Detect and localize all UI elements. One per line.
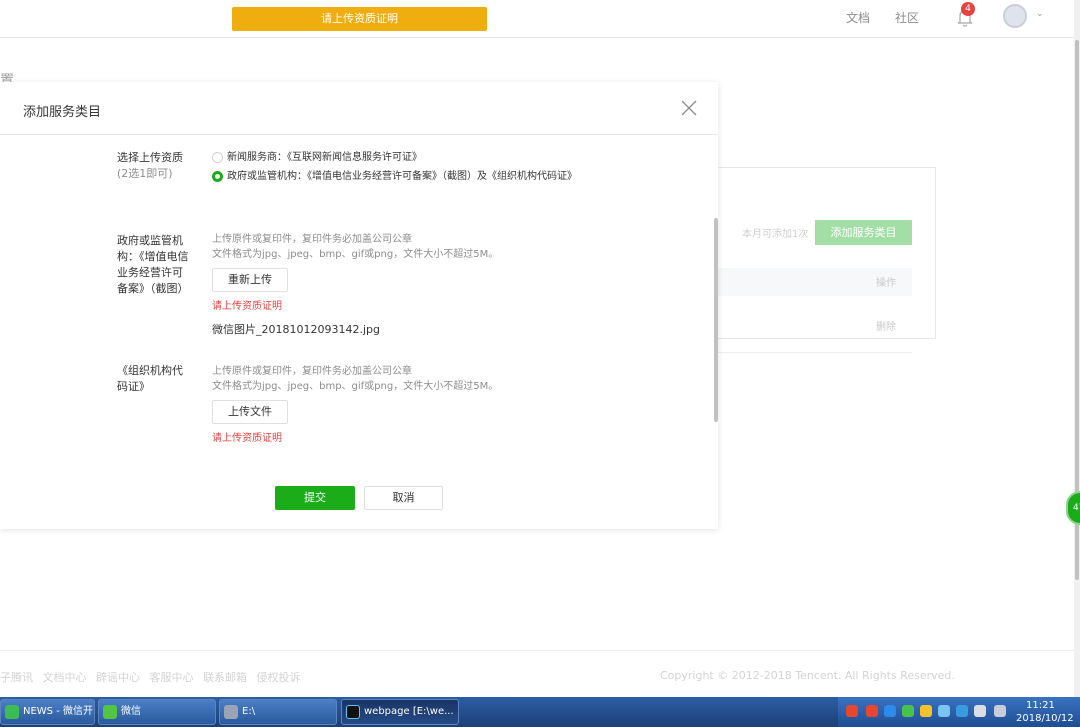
chevron-down-icon[interactable]: ⌄ <box>1036 9 1044 19</box>
sogou-input-icon[interactable] <box>866 705 878 717</box>
top-bar: 请上传资质证明 文档 社区 4 ⌄ <box>0 0 1074 38</box>
section2-label: 《组织机构代码证》 <box>117 364 183 393</box>
radio-option-news[interactable]: 新闻服务商：《互联网新闻信息服务许可证》 <box>212 150 592 166</box>
section1-hint-2: 文件格式为jpg、jpeg、bmp、gif或png，文件大小不超过5M。 <box>212 249 499 260</box>
footer-link[interactable]: 子腾讯 <box>0 671 33 684</box>
clock-date[interactable]: 2018/10/12 <box>1016 713 1074 724</box>
copyright-text: Copyright © 2012-2018 Tencent. All Right… <box>660 669 955 682</box>
app-tray-icon[interactable] <box>956 705 968 717</box>
upload-qualification-banner[interactable]: 请上传资质证明 <box>232 7 487 31</box>
taskbar-item-news[interactable]: NEWS - 微信开... <box>0 699 95 725</box>
service-list-card <box>700 167 936 339</box>
wechat-icon <box>103 705 117 719</box>
webstorm-icon <box>346 705 360 719</box>
app-icon <box>5 705 19 719</box>
network-icon[interactable] <box>884 705 896 717</box>
clock-time[interactable]: 11:21 <box>1026 700 1055 711</box>
taskbar-item-label: NEWS - 微信开... <box>23 706 95 717</box>
footer-link[interactable]: 侵权投诉 <box>257 671 301 684</box>
nav-community-link[interactable]: 社区 <box>895 9 919 26</box>
taskbar-item-wechat[interactable]: 微信 <box>98 699 216 725</box>
uploaded-filename: 微信图片_20181012093142.jpg <box>212 323 380 336</box>
select-label-text: 选择上传资质 <box>117 151 183 164</box>
volume-icon[interactable] <box>974 705 986 717</box>
upload-file-button[interactable]: 上传文件 <box>212 400 288 424</box>
close-icon[interactable] <box>680 99 698 117</box>
taskbar-item-explorer[interactable]: E:\ <box>219 699 337 725</box>
footer-links: 子腾讯 文档中心 辟谣中心 客服中心 联系邮箱 侵权投诉 <box>0 669 307 685</box>
submit-button[interactable]: 提交 <box>275 486 355 510</box>
add-service-dialog: 添加服务类目 选择上传资质 (2选1即可) 新闻服务商：《互联网新闻信息服务许可… <box>0 82 718 529</box>
security-icon[interactable] <box>920 705 932 717</box>
footer-link[interactable]: 文档中心 <box>43 671 87 684</box>
radio-option-text: 政府或监管机构：《增值电信业务经营许可备案》（截图）及《组织机构代码证》 <box>227 171 577 182</box>
taskbar-item-webstorm[interactable]: webpage [E:\we... <box>341 699 459 725</box>
sogou-icon[interactable] <box>846 705 858 717</box>
radio-unchecked-icon[interactable] <box>212 152 223 163</box>
footer-link[interactable]: 联系邮箱 <box>203 671 247 684</box>
nav-docs-link[interactable]: 文档 <box>846 9 870 26</box>
wechat-tray-icon[interactable] <box>902 705 914 717</box>
notification-badge: 4 <box>961 2 975 16</box>
section1-label: 政府或监管机构：《增值电信业务经营许可备案》（截图） <box>117 234 189 295</box>
drive-icon <box>224 705 238 719</box>
radio-checked-icon[interactable] <box>212 171 223 182</box>
select-qualification-label: 选择上传资质 (2选1即可) <box>117 150 189 182</box>
add-service-button[interactable]: 添加服务类目 <box>815 220 912 245</box>
avatar[interactable] <box>1003 4 1027 28</box>
footer: 子腾讯 文档中心 辟谣中心 客服中心 联系邮箱 侵权投诉 Copyright ©… <box>0 650 1074 697</box>
footer-link[interactable]: 客服中心 <box>150 671 194 684</box>
quota-text: 本月可添加1次 <box>742 229 809 240</box>
dialog-scrollbar-thumb[interactable] <box>714 218 718 422</box>
radio-option-text: 新闻服务商：《互联网新闻信息服务许可证》 <box>227 152 422 163</box>
operation-column-header: 操作 <box>876 278 896 289</box>
section1-error: 请上传资质证明 <box>212 301 282 312</box>
select-label-sub: (2选1即可) <box>117 167 173 180</box>
delete-link[interactable]: 删除 <box>876 318 896 333</box>
taskbar-item-label: E:\ <box>242 706 256 717</box>
reupload-button[interactable]: 重新上传 <box>212 268 288 292</box>
dialog-title: 添加服务类目 <box>23 105 102 120</box>
table-row-divider <box>718 352 912 353</box>
footer-link[interactable]: 辟谣中心 <box>96 671 140 684</box>
dialog-divider <box>0 134 718 135</box>
cancel-button[interactable]: 取消 <box>364 486 443 510</box>
section2-hint-2: 文件格式为jpg、jpeg、bmp、gif或png，文件大小不超过5M。 <box>212 381 499 392</box>
radio-option-government[interactable]: 政府或监管机构：《增值电信业务经营许可备案》（截图）及《组织机构代码证》 <box>212 169 589 185</box>
section1-hint-1: 上传原件或复印件，复印件务必加盖公司公章 <box>212 234 412 245</box>
section2-error: 请上传资质证明 <box>212 433 282 444</box>
wifi-icon[interactable] <box>938 705 950 717</box>
taskbar-item-label: 微信 <box>121 706 141 717</box>
action-center-icon[interactable] <box>994 705 1006 717</box>
taskbar-item-label: webpage [E:\we... <box>364 706 454 717</box>
section2-hint-1: 上传原件或复印件，复印件务必加盖公司公章 <box>212 366 412 377</box>
